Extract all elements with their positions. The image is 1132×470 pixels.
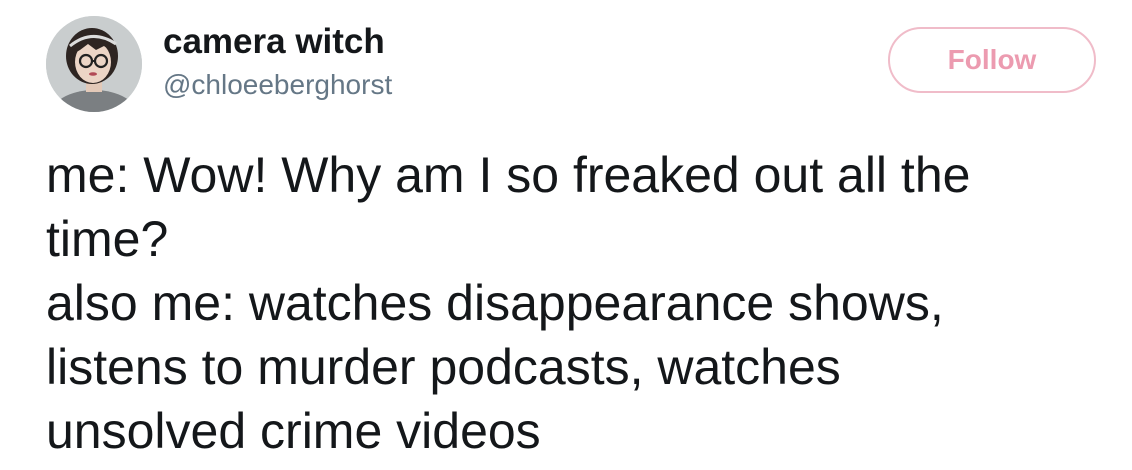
tweet-text-line: also me: watches disappearance shows, bbox=[46, 275, 944, 331]
tweet-text-line: me: Wow! Why am I so freaked out all the bbox=[46, 147, 971, 203]
author-display-name[interactable]: camera witch bbox=[163, 22, 385, 62]
author-handle[interactable]: @chloeeberghorst bbox=[163, 68, 392, 102]
tweet-text-line: time? bbox=[46, 211, 169, 267]
user-avatar-icon bbox=[46, 16, 142, 112]
follow-button-label: Follow bbox=[947, 44, 1037, 75]
follow-button[interactable]: Follow bbox=[888, 27, 1096, 93]
tweet-card: camera witch @chloeeberghorst Follow me:… bbox=[0, 0, 1132, 470]
tweet-text-line: listens to murder podcasts, watches bbox=[46, 339, 841, 395]
tweet-text: me: Wow! Why am I so freaked out all the… bbox=[46, 143, 1116, 463]
avatar[interactable] bbox=[46, 16, 142, 112]
tweet-text-line: unsolved crime videos bbox=[46, 403, 541, 459]
